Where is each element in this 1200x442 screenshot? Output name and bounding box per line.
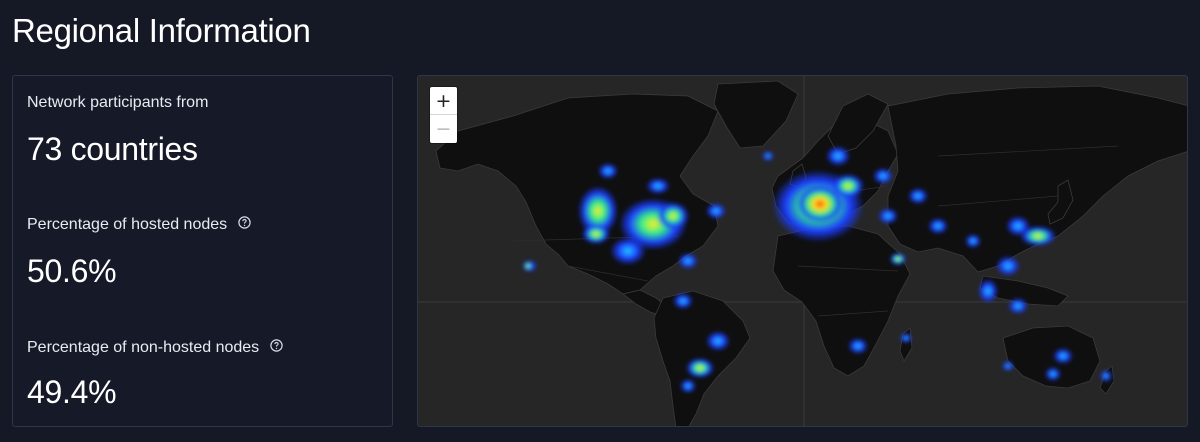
zoom-in-button[interactable]: + — [430, 87, 457, 115]
world-heatmap[interactable]: + − — [417, 75, 1188, 427]
page-title: Regional Information — [12, 12, 311, 49]
non-hosted-nodes-label: Percentage of non-hosted nodes — [27, 339, 283, 357]
help-icon[interactable] — [269, 339, 283, 352]
participants-label: Network participants from — [27, 94, 209, 111]
zoom-control: + − — [430, 87, 457, 143]
regional-information-page: Regional Information Network participant… — [0, 0, 1200, 442]
hosted-nodes-label-text: Percentage of hosted nodes — [27, 216, 228, 233]
participants-value: 73 countries — [27, 131, 198, 167]
stats-card: Network participants from 73 countries P… — [12, 75, 393, 427]
non-hosted-nodes-value: 49.4% — [27, 374, 117, 410]
help-icon[interactable] — [237, 216, 251, 229]
hosted-nodes-label: Percentage of hosted nodes — [27, 216, 251, 234]
map-canvas[interactable] — [418, 76, 1188, 427]
land-masses — [435, 80, 1187, 426]
zoom-out-button[interactable]: − — [430, 115, 457, 143]
non-hosted-nodes-label-text: Percentage of non-hosted nodes — [27, 339, 260, 356]
hosted-nodes-value: 50.6% — [27, 253, 117, 289]
